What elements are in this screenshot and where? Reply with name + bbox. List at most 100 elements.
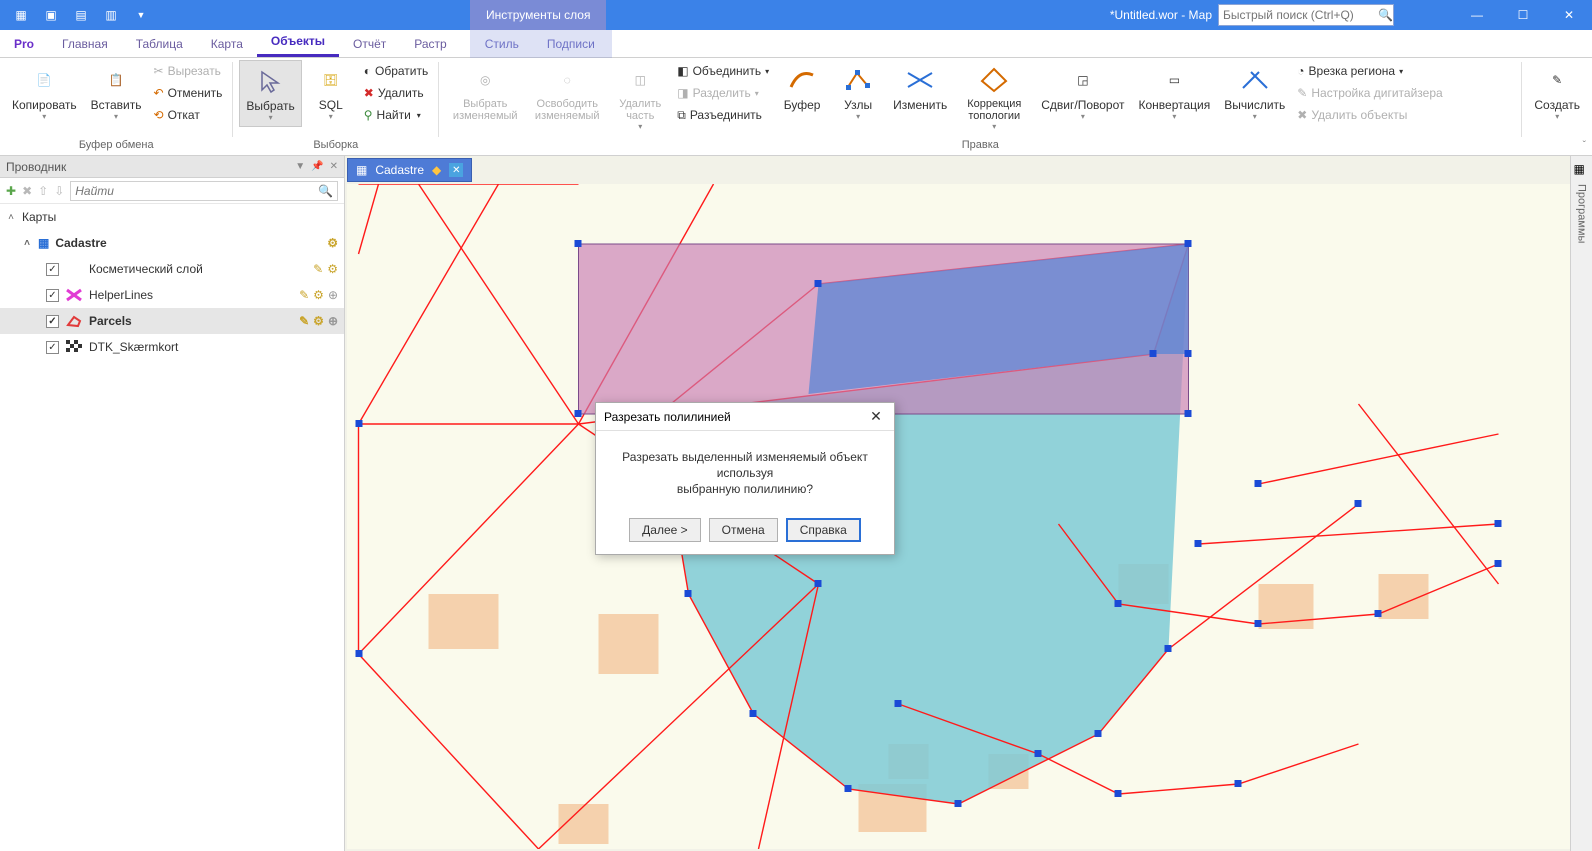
invert-button[interactable]: ◐Обратить [360,60,433,82]
layer-dtk[interactable]: ✓ DTK_Skærmkort [0,334,344,360]
dialog-split-polyline: Разрезать полилинией ✕ Разрезать выделен… [595,402,895,555]
close-button[interactable]: ✕ [1546,0,1592,30]
layer-parcels[interactable]: ✓ Parcels ✎⚙⊕ [0,308,344,334]
style-icon[interactable]: ✎ [313,262,323,276]
layer-opts-icon[interactable]: ⚙ [327,262,338,276]
map-tab-close-icon[interactable]: ✕ [449,163,463,177]
quick-search-input[interactable] [1223,8,1378,22]
tree-map-cadastre[interactable]: ˄ ▦ Cadastre ⚙ [0,230,344,256]
minimize-button[interactable]: — [1454,0,1500,30]
select-editable-button[interactable]: ◎Выбрать изменяемый [445,60,525,126]
dialog-next-button[interactable]: Далее > [629,518,701,542]
layer-opts-icon[interactable]: ⚙ [327,236,338,250]
dialog-body: Разрезать выделенный изменяемый объект и… [596,431,894,508]
style-icon[interactable]: ✎ [299,288,309,302]
quick-search[interactable]: 🔍 [1218,4,1394,26]
explorer-search-icon[interactable]: 🔍 [318,184,333,198]
layer-cosmetic[interactable]: ✓ Косметический слой ✎⚙ [0,256,344,282]
tab-raster[interactable]: Растр [400,31,460,57]
topology-button[interactable]: Коррекция топологии▾ [955,60,1033,135]
dialog-close-icon[interactable]: ✕ [866,407,886,427]
dialog-help-button[interactable]: Справка [786,518,861,542]
dialog-titlebar[interactable]: Разрезать полилинией ✕ [596,403,894,431]
tb-down-icon[interactable]: ⇩ [54,184,64,198]
layer-dtk-label: DTK_Skærmkort [89,340,178,354]
programs-icon[interactable]: ▦ [1574,162,1590,178]
search-icon[interactable]: 🔍 [1378,8,1393,22]
digitizer-button[interactable]: ✎Настройка дигитайзера [1293,82,1446,104]
tab-objects[interactable]: Объекты [257,28,339,57]
layer-checkbox[interactable]: ✓ [46,341,59,354]
panel-dropdown-icon[interactable]: ▼ [295,161,305,172]
region-cut-button[interactable]: ◔Врезка региона▾ [1293,60,1446,82]
panel-pin-icon[interactable]: 📌 [311,161,323,172]
undo-button[interactable]: ↶Отменить [150,82,227,104]
move-rotate-label: Сдвиг/Поворот [1041,98,1124,112]
collapse-icon[interactable]: ˄ [6,212,16,223]
delete-part-button[interactable]: ◫Удалить часть▾ [609,60,671,135]
sql-label: SQL [319,98,343,112]
tab-style[interactable]: Стиль [471,31,533,57]
digitizer-label: Настройка дигитайзера [1311,86,1442,100]
sql-button[interactable]: 🗄 SQL ▾ [304,60,358,125]
calc-button[interactable]: Вычислить▾ [1218,60,1291,125]
del-objects-button[interactable]: ✖ Удалить объекты [1293,104,1446,126]
buffer-button[interactable]: Буфер [775,60,829,116]
find-label: Найти [377,108,411,122]
cut-button[interactable]: ✂Вырезать [150,60,227,82]
layer-helperlines[interactable]: ✓ HelperLines ✎⚙⊕ [0,282,344,308]
find-button[interactable]: ⚲Найти▾ [360,104,433,126]
copy-label: Копировать [12,98,77,112]
explorer-search-input[interactable] [75,184,318,198]
del-obj-label: Удалить объекты [1311,108,1407,122]
reshape-button[interactable]: Изменить [887,60,953,116]
tab-table[interactable]: Таблица [122,31,197,57]
maximize-button[interactable]: ☐ [1500,0,1546,30]
release-editable-button[interactable]: ◌Освободить изменяемый [527,60,607,126]
programs-label[interactable]: Программы [1576,184,1588,243]
tb-up-icon[interactable]: ⇧ [38,184,48,198]
map-canvas[interactable] [347,184,1590,849]
tab-labels[interactable]: Подписи [533,31,609,57]
explorer-search[interactable]: 🔍 [70,181,338,201]
layer-checkbox[interactable]: ✓ [46,289,59,302]
convert-button[interactable]: ▭Конвертация▾ [1133,60,1217,125]
zoom-icon[interactable]: ⊕ [328,314,338,328]
split-button[interactable]: ◨Разделить▾ [673,82,773,104]
layer-dtk-icon [65,340,83,354]
map-tab[interactable]: ▦ Cadastre ◆ ✕ [347,158,472,182]
create-button[interactable]: ✎Создать▾ [1528,60,1586,125]
del-obj-icon: ✖ [1297,108,1307,122]
paste-button[interactable]: 📋 Вставить ▾ [85,60,148,125]
copy-button[interactable]: 📄 Копировать ▾ [6,60,83,125]
tab-home[interactable]: Главная [48,31,122,57]
qat-icon-1[interactable]: ▦ [12,6,30,24]
rollback-button[interactable]: ⟲Откат [150,104,227,126]
disaggregate-button[interactable]: ⧉Разъединить [673,104,773,126]
select-button[interactable]: Выбрать ▾ [239,60,301,127]
tab-map[interactable]: Карта [197,31,257,57]
tree-section-maps[interactable]: ˄ Карты [0,204,344,230]
tab-report[interactable]: Отчёт [339,31,400,57]
layer-opts-icon[interactable]: ⚙ [313,288,324,302]
panel-close-icon[interactable]: ✕ [330,161,338,172]
layer-opts-icon[interactable]: ⚙ [313,314,324,328]
tab-pro[interactable]: Pro [0,31,48,57]
ribbon-collapse-icon[interactable]: ˇ [1583,140,1586,151]
qat-icon-4[interactable]: ▥ [102,6,120,24]
collapse-icon[interactable]: ˄ [22,238,32,249]
combine-button[interactable]: ◧Объединить▾ [673,60,773,82]
tb-remove-icon[interactable]: ✖ [22,184,32,198]
qat-icon-2[interactable]: ▣ [42,6,60,24]
layer-checkbox[interactable]: ✓ [46,263,59,276]
tb-add-icon[interactable]: ✚ [6,184,16,198]
zoom-icon[interactable]: ⊕ [328,288,338,302]
delete-button[interactable]: ✖Удалить [360,82,433,104]
nodes-button[interactable]: Узлы▾ [831,60,885,125]
move-rotate-button[interactable]: ◲Сдвиг/Поворот▾ [1035,60,1130,125]
layer-checkbox[interactable]: ✓ [46,315,59,328]
qat-dropdown-icon[interactable]: ▼ [132,6,150,24]
style-icon[interactable]: ✎ [299,314,309,328]
dialog-cancel-button[interactable]: Отмена [709,518,778,542]
qat-icon-3[interactable]: ▤ [72,6,90,24]
